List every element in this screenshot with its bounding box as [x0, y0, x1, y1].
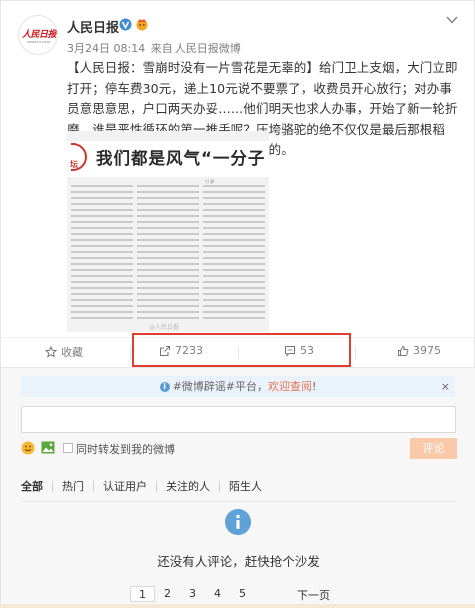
- post-time[interactable]: 3月24日 08:14: [67, 42, 145, 55]
- post-source-link[interactable]: 人民日报微博: [175, 42, 241, 55]
- bottom-strip: [1, 604, 475, 608]
- tab-verified-users[interactable]: 认证用户: [93, 481, 156, 492]
- repost-checkbox-label[interactable]: 同时转发到我的微博: [76, 441, 175, 457]
- like-button[interactable]: 3975: [397, 344, 441, 357]
- brand-logo: 人民日报: [22, 30, 57, 40]
- action-divider: [130, 346, 131, 360]
- newspaper-headline: 我们都是风气“一分子: [96, 149, 266, 168]
- comment-input[interactable]: [21, 406, 456, 433]
- source-prefix: 来自: [150, 42, 173, 55]
- page-link[interactable]: 1: [130, 586, 155, 602]
- like-count: 3975: [413, 344, 441, 357]
- notice-link[interactable]: 欢迎查阅: [268, 380, 312, 393]
- avatar[interactable]: 人民日报 PEOPLE'S DAILY: [18, 15, 58, 55]
- tab-all[interactable]: 全部: [21, 481, 52, 492]
- image-icon[interactable]: [41, 441, 55, 454]
- highlight-box: [132, 333, 351, 367]
- submit-comment-button[interactable]: 评论: [410, 438, 457, 459]
- tab-following[interactable]: 关注的人: [156, 481, 219, 492]
- chevron-down-icon[interactable]: [446, 15, 458, 25]
- emoji-icon[interactable]: [21, 441, 35, 455]
- star-icon: [45, 346, 57, 358]
- text-column: [203, 185, 265, 325]
- rumor-notice-bar: i #微博辟谣#平台，欢迎查阅! ×: [21, 376, 455, 397]
- thumbs-up-icon: [398, 345, 409, 356]
- tab-hot[interactable]: 热门: [52, 481, 93, 492]
- info-icon: [225, 509, 251, 535]
- page-link[interactable]: 3: [180, 586, 205, 602]
- author-name[interactable]: 人民日报: [67, 17, 119, 36]
- column-stamp-text: 坛: [70, 160, 78, 169]
- favorite-label: 收藏: [61, 346, 83, 359]
- page-link[interactable]: 5: [230, 586, 255, 602]
- favorite-button[interactable]: 收藏: [45, 344, 83, 360]
- notice-tag[interactable]: #微博辟谣#平台: [173, 380, 257, 393]
- image-watermark: @人民日报: [149, 324, 180, 331]
- weibo-post-card: 人民日报 PEOPLE'S DAILY 人民日报 3月24日 08:14 来自人…: [0, 0, 475, 608]
- text-column: [71, 185, 133, 325]
- tabs-divider: [21, 501, 456, 502]
- post-meta: 3月24日 08:14 来自 人民日报微博: [67, 40, 241, 56]
- info-icon: i: [159, 382, 170, 392]
- brand-logo-sub: PEOPLE'S DAILY: [27, 40, 51, 44]
- page-link[interactable]: 2: [155, 586, 180, 602]
- pagination: 1 2 3 4 5: [130, 586, 255, 602]
- comment-filter-tabs: 全部 热门 认证用户 关注的人 陌生人: [21, 481, 271, 492]
- close-icon[interactable]: ×: [441, 376, 450, 397]
- tab-strangers[interactable]: 陌生人: [219, 481, 271, 492]
- action-divider: [355, 346, 356, 360]
- comment-area: i #微博辟谣#平台，欢迎查阅! × 同时转发到我的微博 评论 全部 热门 认证用…: [1, 367, 475, 608]
- verified-icon: [119, 18, 132, 31]
- next-page-link[interactable]: 下一页: [297, 587, 330, 603]
- text-column: [137, 185, 199, 325]
- notice-end: !: [312, 380, 317, 393]
- newspaper-image[interactable]: 坛 我们都是风气“一分子 付 静 @人民日报: [67, 131, 269, 332]
- repost-checkbox[interactable]: [63, 443, 73, 453]
- empty-comments-message: 还没有人评论，赶快抢个沙发: [157, 554, 320, 569]
- page-link[interactable]: 4: [205, 586, 230, 602]
- notice-separator: ，: [257, 380, 268, 393]
- member-crown-icon[interactable]: [135, 17, 149, 31]
